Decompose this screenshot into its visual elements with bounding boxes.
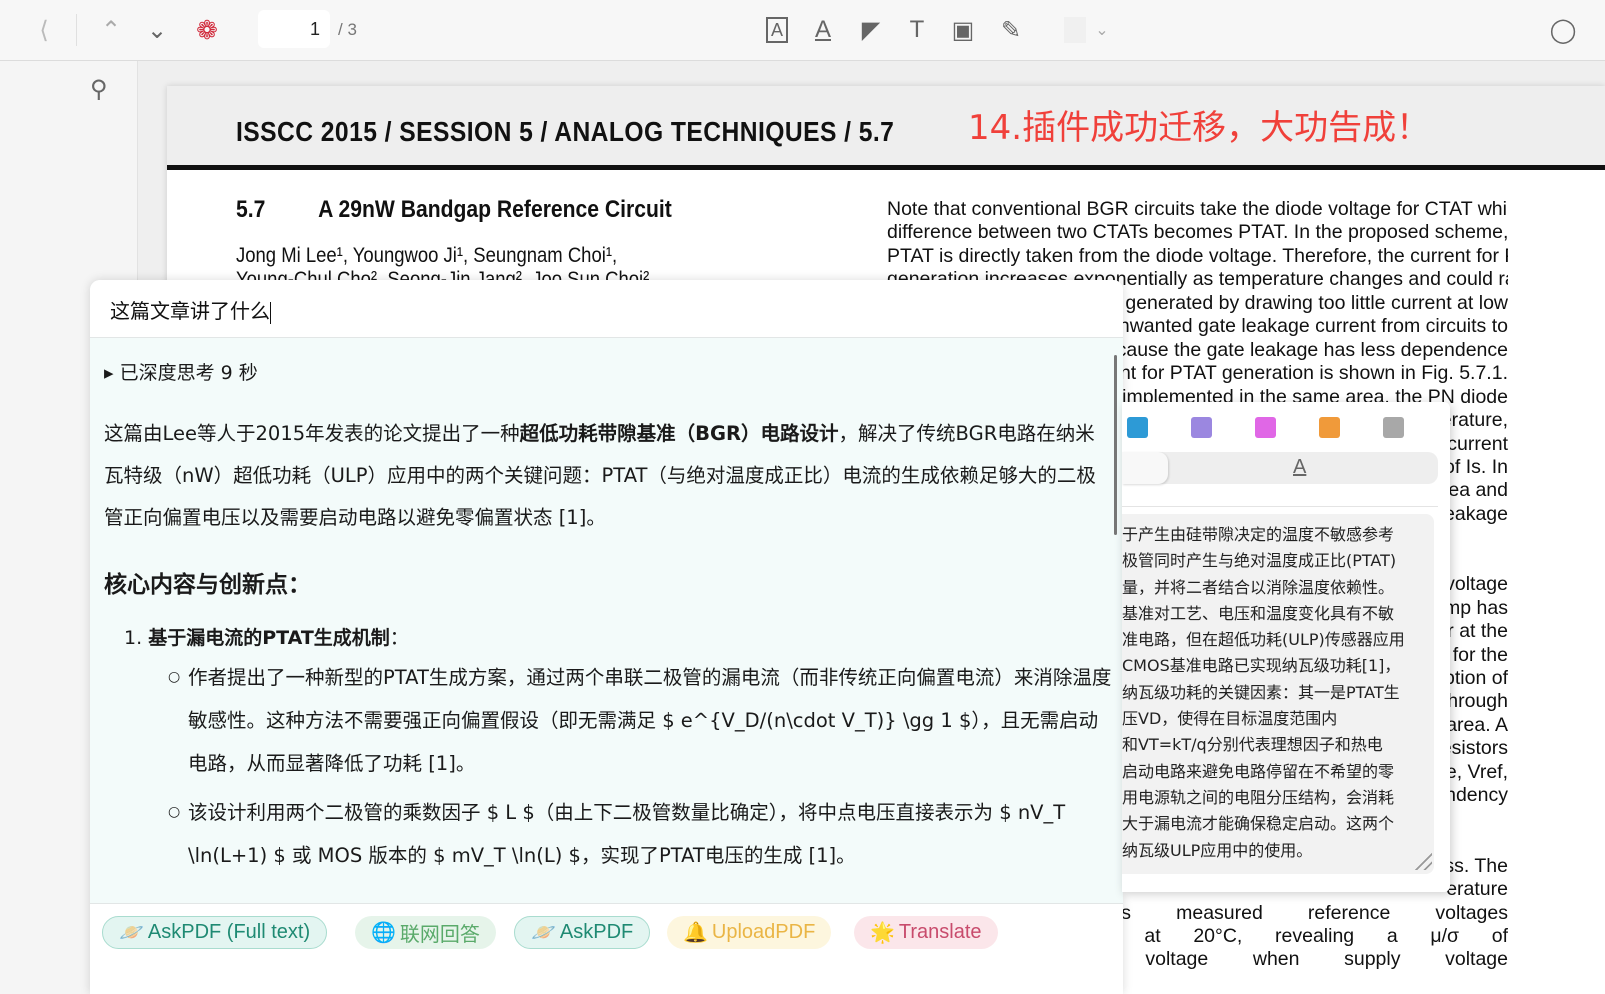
text-format-icon[interactable]: A [1293,456,1306,479]
search-icon[interactable]: ⚲ [90,75,108,104]
chevron-down-icon[interactable]: ⌄ [1092,14,1112,46]
pdf-header: ISSCC 2015 / SESSION 5 / ANALOG TECHNIQU… [236,116,894,148]
ai-logo-icon[interactable]: ❁ [190,14,224,46]
uploadpdf-button[interactable]: 🔔UploadPDF [667,916,831,949]
section-heading: 核心内容与创新点： [104,565,1114,599]
pdf-text-line: Note that conventional BGR circuits take… [887,198,1508,221]
color-swatch[interactable] [1383,417,1404,438]
translation-text: 于产生由硅带隙决定的温度不敏感参考极管同时产生与绝对温度成正比(PTAT)量，并… [1122,514,1434,874]
sub-list-item: ○该设计利用两个二极管的乘数因子 $ L $（由上下二极管数量比确定），将中点电… [104,791,1114,877]
translation-line: 纳瓦级功耗的关键因素：其一是PTAT生 [1122,680,1434,706]
askpdf-fulltext-button[interactable]: 🪐AskPDF (Full text) [102,916,327,949]
translation-line: 压VD，使得在目标温度范围内 [1122,706,1434,732]
sub-list-item: ○作者提出了一种新型的PTAT生成方案，通过两个串联二极管的漏电流（而非传统正向… [104,656,1114,785]
prev-page-button[interactable]: ⌃ [96,14,126,46]
format-toggle[interactable]: A [1122,452,1438,484]
divider [76,14,77,46]
translation-line: 基准对工艺、电压和温度变化具有不敏 [1122,601,1434,627]
divider [1122,506,1438,507]
translation-line: 准电路，但在超低功耗(ULP)传感器应用 [1122,627,1434,653]
page-number-input[interactable]: 1 [258,10,330,48]
translation-popup: A 于产生由硅带隙决定的温度不敏感参考极管同时产生与绝对温度成正比(PTAT)量… [1122,402,1450,892]
chat-panel: 这篇文章讲了什么 ▸ 已深度思考 9 秒 这篇由Lee等人于2015年发表的论文… [90,280,1123,994]
translation-line: 于产生由硅带隙决定的温度不敏感参考 [1122,522,1434,548]
pdf-text-line: PTAT is directly taken from the diode vo… [887,245,1508,268]
toggle-left[interactable] [1122,452,1168,484]
planet-icon: 🪐 [531,920,556,945]
text-icon[interactable]: T [902,14,932,46]
thinking-toggle[interactable]: ▸ 已深度思考 9 秒 [104,358,1114,385]
area-select-icon[interactable]: ▣ [948,14,978,46]
action-bar: 🪐AskPDF (Full text) 🌐联网回答 🪐AskPDF 🔔Uploa… [90,903,1123,994]
askpdf-button[interactable]: 🪐AskPDF [514,916,650,949]
search-icon[interactable]: ◯ [1548,14,1578,46]
globe-icon: 🌐 [371,920,396,945]
list-item: 1. 基于漏电流的PTAT生成机制： [104,623,1114,650]
back-button[interactable]: ⟨ [30,14,58,46]
note-icon[interactable]: ◤ [856,14,886,46]
web-answer-button[interactable]: 🌐联网回答 [355,916,496,949]
chat-input[interactable]: 这篇文章讲了什么 [90,280,1123,338]
annotation-text: 14.插件成功迁移，大功告成！ [968,100,1430,149]
chat-answer: ▸ 已深度思考 9 秒 这篇由Lee等人于2015年发表的论文提出了一种超低功耗… [104,350,1114,877]
color-swatch[interactable] [1191,417,1212,438]
translation-line: 纳瓦级ULP应用中的使用。 [1122,838,1434,864]
paper-title: 5.7A 29nW Bandgap Reference Circuit [236,196,672,224]
pdf-text-line: difference between two CTATs becomes PTA… [887,221,1508,244]
translation-line: 量，并将二者结合以消除温度依赖性。 [1122,575,1434,601]
translation-line: CMOS基准电路已实现纳瓦级功耗[1]， [1122,653,1434,679]
color-picker-button[interactable] [1062,14,1088,46]
translation-line: 用电源轨之间的电阻分压结构，会消耗 [1122,785,1434,811]
answer-intro: 这篇由Lee等人于2015年发表的论文提出了一种超低功耗带隙基准（BGR）电路设… [104,413,1114,539]
color-swatch[interactable] [1255,417,1276,438]
translation-line: 启动电路来避免电路停留在不希望的零 [1122,759,1434,785]
sign-icon[interactable]: ✎ [996,14,1026,46]
translation-line: 大于漏电流才能确保稳定启动。这两个 [1122,811,1434,837]
text-underline-icon[interactable]: A [808,14,838,46]
translation-line: 和VT=kT/q分别代表理想因子和热电 [1122,732,1434,758]
sun-icon: 🌟 [870,920,895,945]
toolbar: ⟨ ⌃ ⌄ ❁ 1 / 3 A A ◤ T ▣ ✎ ⌄ ◯ [0,0,1605,61]
bell-icon: 🔔 [683,920,708,945]
text-box-icon[interactable]: A [762,14,792,46]
color-swatch[interactable] [1319,417,1340,438]
translate-button[interactable]: 🌟Translate [854,916,998,949]
scrollbar[interactable] [1114,355,1117,535]
page-total: / 3 [338,20,357,40]
next-page-button[interactable]: ⌄ [142,14,172,46]
translation-line: 极管同时产生与绝对温度成正比(PTAT) [1122,548,1434,574]
planet-icon: 🪐 [119,920,144,945]
color-swatch[interactable] [1127,417,1148,438]
